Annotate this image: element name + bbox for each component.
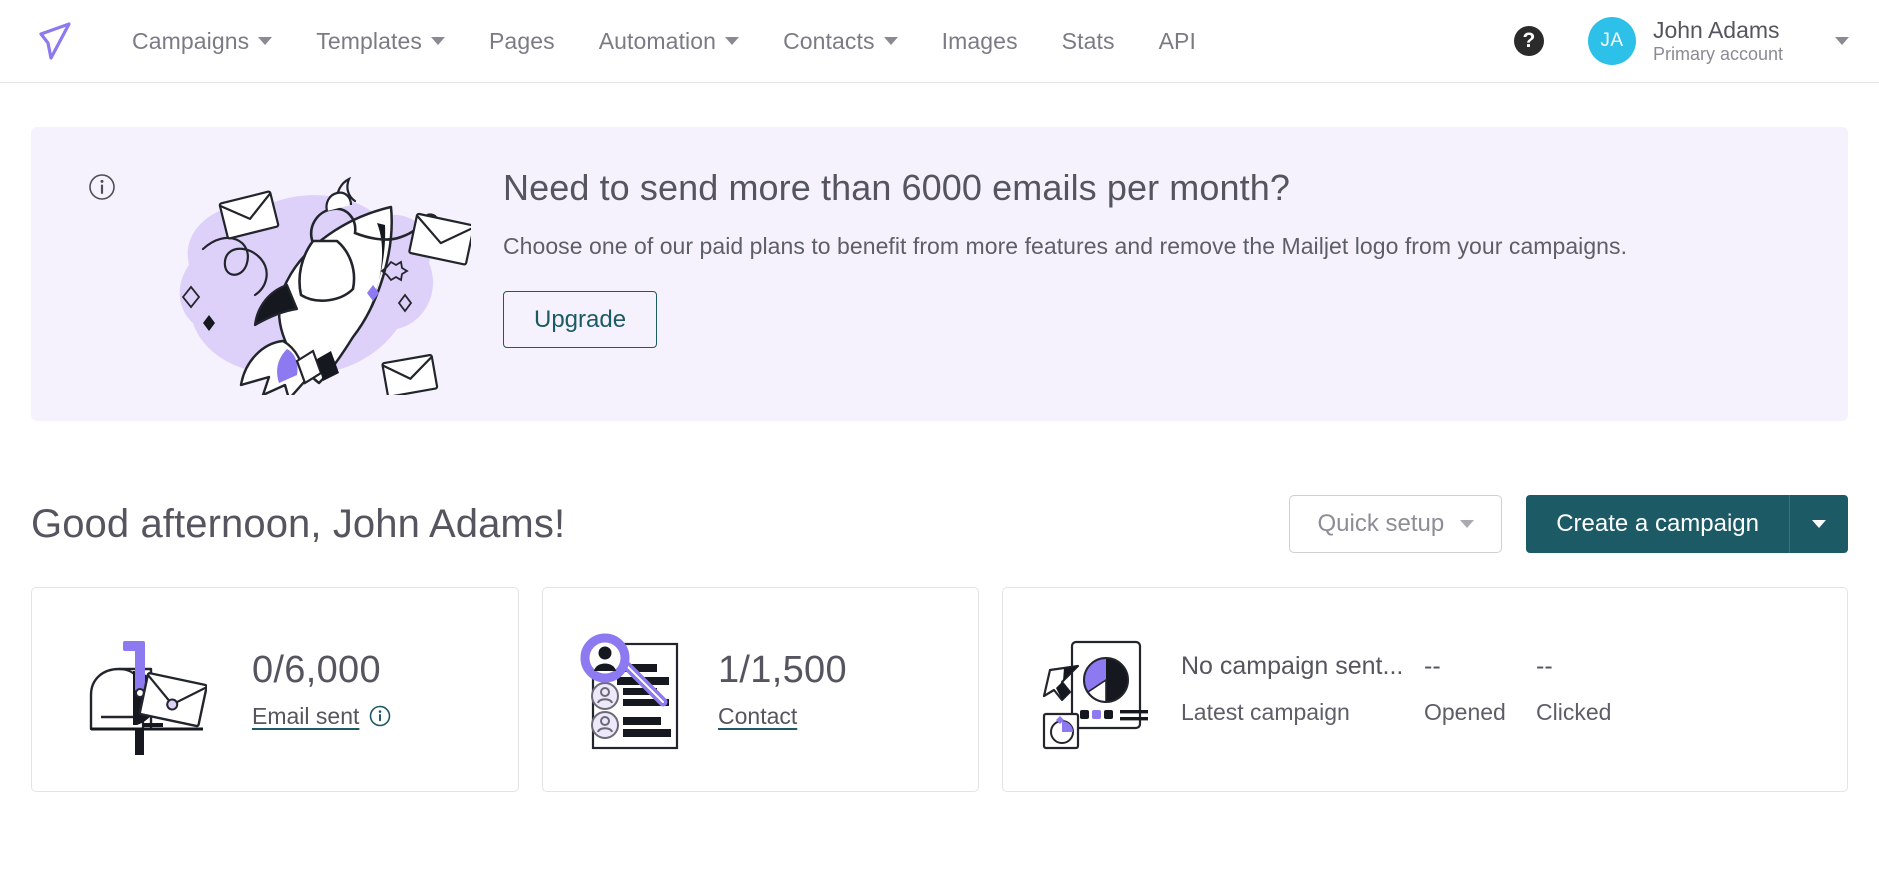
account-menu[interactable]: John Adams Primary account [1653, 16, 1783, 66]
nav-item-label: Campaigns [132, 27, 250, 54]
banner-info-icon[interactable] [88, 173, 116, 201]
nav-right-cluster: ? JA John Adams Primary account [1513, 16, 1853, 66]
quick-setup-button[interactable]: Quick setup [1289, 495, 1503, 553]
page-title: Good afternoon, John Adams! [31, 501, 566, 546]
email-sent-label: Email sent [252, 702, 360, 729]
main-nav-items: Campaigns Templates Pages Automation Con… [110, 18, 1218, 65]
nav-item-label: Contacts [783, 27, 875, 54]
account-chevron-down-icon[interactable] [1835, 37, 1849, 45]
create-campaign-split-button: Create a campaign [1526, 495, 1848, 553]
opened-value: -- [1424, 652, 1441, 681]
stat-opened: -- Opened [1424, 653, 1536, 726]
opened-label: Opened [1424, 698, 1506, 725]
nav-item-pages[interactable]: Pages [467, 18, 577, 65]
stat-clicked: -- Clicked [1536, 653, 1611, 726]
top-navigation-bar: Campaigns Templates Pages Automation Con… [0, 0, 1879, 83]
banner-subtitle: Choose one of our paid plans to benefit … [503, 233, 1628, 259]
nav-item-label: Pages [488, 27, 555, 54]
contact-search-illustration-icon [543, 630, 718, 750]
contacts-link[interactable]: Contact [718, 703, 847, 730]
rocket-illustration-icon [141, 145, 475, 401]
card-text: 0/6,000 Email sent [252, 649, 391, 730]
create-campaign-button[interactable]: Create a campaign [1526, 495, 1789, 553]
info-icon[interactable] [369, 705, 391, 727]
nav-item-stats[interactable]: Stats [1040, 18, 1137, 65]
nav-item-label: API [1158, 27, 1196, 54]
header-actions: Quick setup Create a campaign [1289, 495, 1848, 553]
card-email-sent[interactable]: 0/6,000 Email sent [31, 587, 519, 792]
latest-campaign-value: No campaign sent... [1181, 652, 1404, 681]
nav-item-api[interactable]: API [1137, 18, 1218, 65]
chevron-down-icon [1812, 520, 1826, 528]
nav-item-campaigns[interactable]: Campaigns [110, 18, 294, 65]
nav-item-images[interactable]: Images [920, 18, 1040, 65]
create-campaign-dropdown-toggle[interactable] [1789, 495, 1848, 553]
latest-campaign-label: Latest campaign [1181, 698, 1350, 725]
contacts-value: 1/1,500 [718, 649, 847, 692]
card-contacts[interactable]: 1/1,500 Contact [542, 587, 979, 792]
campaign-stats: No campaign sent... Latest campaign -- O… [1181, 653, 1611, 726]
account-name: John Adams [1652, 17, 1780, 43]
email-sent-value: 0/6,000 [252, 649, 381, 692]
nav-item-label: Templates [316, 27, 422, 54]
campaign-stats-illustration-icon [1003, 630, 1181, 750]
nav-item-label: Images [941, 27, 1018, 54]
card-text: 1/1,500 Contact [718, 649, 847, 730]
stat-latest-campaign: No campaign sent... Latest campaign [1181, 653, 1424, 726]
banner-body: Need to send more than 6000 emails per m… [503, 127, 1627, 348]
greeting-row: Good afternoon, John Adams! Quick setup … [31, 495, 1848, 553]
quick-setup-label: Quick setup [1317, 510, 1445, 537]
avatar[interactable]: JA [1587, 17, 1636, 65]
mailbox-illustration-icon [32, 625, 252, 755]
account-subtitle: Primary account [1652, 44, 1783, 65]
chevron-down-icon [883, 37, 898, 45]
nav-item-contacts[interactable]: Contacts [761, 18, 920, 65]
mailjet-logo-icon[interactable] [30, 17, 78, 65]
nav-item-automation[interactable]: Automation [577, 18, 761, 65]
nav-item-label: Stats [1061, 27, 1115, 54]
help-icon[interactable]: ? [1513, 26, 1544, 56]
clicked-label: Clicked [1536, 698, 1612, 725]
nav-item-templates[interactable]: Templates [294, 18, 467, 65]
chevron-down-icon [1460, 520, 1475, 528]
chevron-down-icon [258, 37, 273, 45]
card-latest-campaign[interactable]: No campaign sent... Latest campaign -- O… [1002, 587, 1848, 792]
banner-title: Need to send more than 6000 emails per m… [503, 167, 1290, 208]
chevron-down-icon [725, 37, 740, 45]
upgrade-banner: Need to send more than 6000 emails per m… [31, 127, 1848, 421]
clicked-value: -- [1536, 652, 1553, 681]
page-content: Need to send more than 6000 emails per m… [0, 127, 1879, 792]
chevron-down-icon [430, 37, 445, 45]
email-sent-link[interactable]: Email sent [252, 703, 391, 730]
upgrade-button[interactable]: Upgrade [503, 291, 658, 348]
nav-item-label: Automation [598, 27, 717, 54]
stat-cards: 0/6,000 Email sent 1/1,500 Contact No ca… [31, 587, 1848, 792]
